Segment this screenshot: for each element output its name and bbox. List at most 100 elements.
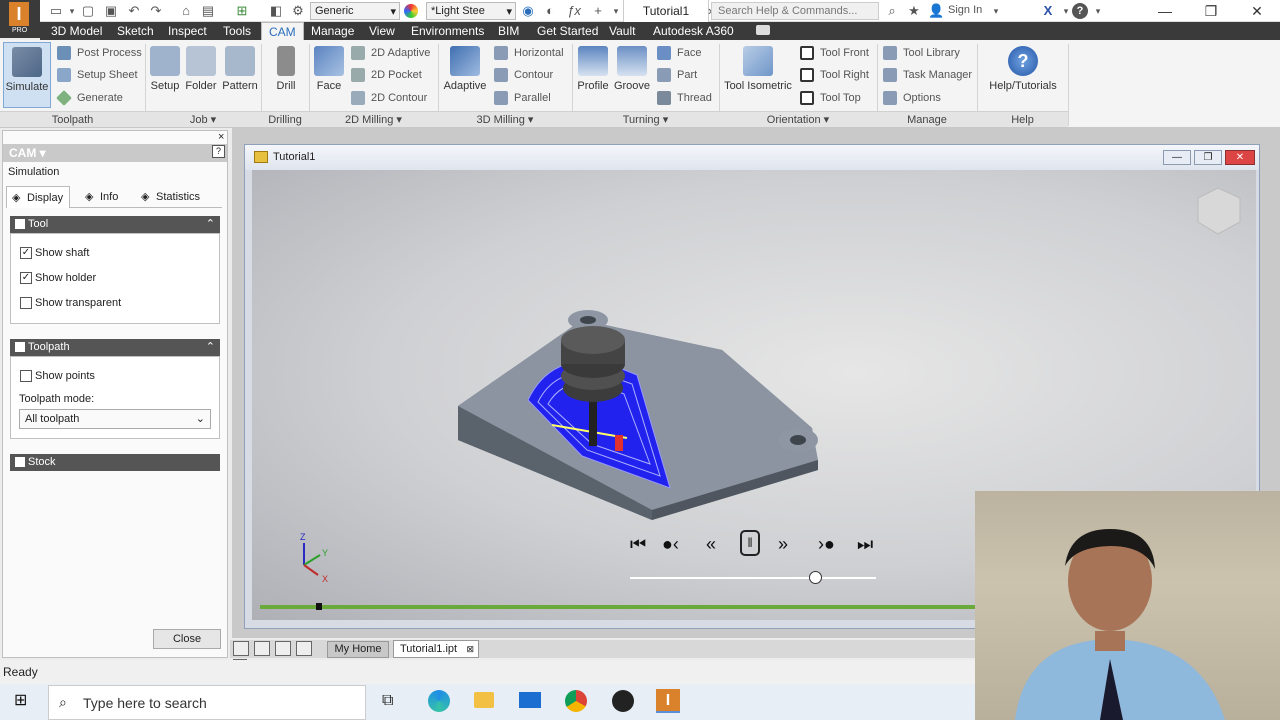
chrome-icon[interactable] bbox=[565, 690, 587, 712]
update-icon[interactable]: ◧ bbox=[268, 3, 284, 19]
fast-forward-button[interactable]: » bbox=[778, 534, 788, 555]
taskbar-search-box[interactable]: ⌕ Type here to search bbox=[48, 685, 366, 720]
groove-button[interactable]: Groove bbox=[613, 46, 651, 92]
rewind-button[interactable]: « bbox=[706, 534, 716, 555]
collapse-icon[interactable]: ⌃ bbox=[206, 216, 215, 233]
toolpath-checkbox[interactable]: ✓ bbox=[14, 341, 26, 353]
setup-sheet-button[interactable]: Setup Sheet bbox=[57, 65, 138, 85]
file-explorer-icon[interactable] bbox=[474, 692, 494, 708]
select-icon[interactable]: ⊞ bbox=[234, 3, 250, 19]
pause-button[interactable]: ‖ bbox=[740, 530, 760, 556]
panel-label-orientation[interactable]: Orientation ▾ bbox=[719, 111, 877, 127]
toolpath-section-header[interactable]: ✓ Toolpath ⌃ bbox=[10, 339, 220, 356]
settings-icon[interactable]: ⚙ bbox=[290, 3, 306, 19]
help-tutorials-button[interactable]: ? Help/Tutorials bbox=[984, 46, 1062, 92]
doc-close-button[interactable]: ✕ bbox=[1225, 150, 1255, 165]
tab-3d-model[interactable]: 3D Model bbox=[44, 22, 109, 40]
open-icon[interactable]: ▢ bbox=[80, 3, 96, 19]
clear-appearance-icon[interactable]: ◉ bbox=[520, 3, 536, 19]
tool-front-button[interactable]: Tool Front bbox=[800, 43, 869, 63]
close-button[interactable]: ✕ bbox=[1234, 0, 1280, 22]
help-icon[interactable]: ? bbox=[1072, 3, 1088, 19]
speed-slider-handle[interactable] bbox=[808, 571, 822, 584]
show-transparent-checkbox[interactable] bbox=[20, 297, 32, 309]
tab-autodesk-a360[interactable]: Autodesk A360 bbox=[646, 22, 741, 40]
grid-icon[interactable] bbox=[254, 641, 271, 656]
inventor-taskbar-icon[interactable]: I bbox=[656, 689, 680, 713]
toolpath-mode-select[interactable]: All toolpath ⌄ bbox=[19, 409, 211, 429]
redo-icon[interactable]: ↷ bbox=[148, 3, 164, 19]
skip-to-start-button[interactable]: ⏮ bbox=[630, 534, 646, 555]
adaptive-button[interactable]: Adaptive bbox=[441, 46, 489, 92]
help-icon[interactable]: ? bbox=[212, 145, 225, 158]
tool-library-button[interactable]: Tool Library bbox=[883, 43, 960, 63]
tab-bim[interactable]: BIM bbox=[491, 22, 526, 40]
show-points-checkbox[interactable] bbox=[20, 370, 32, 382]
face-mill-button[interactable]: Face bbox=[312, 46, 346, 92]
tool-right-button[interactable]: Tool Right bbox=[800, 65, 869, 85]
user-icon[interactable]: 👤 bbox=[928, 3, 944, 19]
stock-section-header[interactable]: Stock bbox=[10, 454, 220, 471]
task-manager-button[interactable]: Task Manager bbox=[883, 65, 972, 85]
tab-my-home[interactable]: My Home bbox=[327, 641, 389, 658]
contour-button[interactable]: Contour bbox=[494, 65, 553, 85]
tab-cam[interactable]: CAM bbox=[261, 22, 304, 40]
2d-contour-button[interactable]: 2D Contour bbox=[351, 88, 427, 108]
list-icon[interactable] bbox=[275, 641, 292, 656]
tab-statistics[interactable]: ◈ Statistics bbox=[136, 186, 206, 208]
star-icon[interactable]: ★ bbox=[906, 3, 922, 19]
appearance-dropdown[interactable]: *Light Stee ▾ bbox=[426, 2, 516, 20]
new-file-icon[interactable]: ▭ bbox=[48, 3, 64, 19]
windows-start-icon[interactable]: ⊞ bbox=[14, 692, 32, 710]
add-icon[interactable]: + bbox=[590, 3, 606, 19]
obs-icon[interactable] bbox=[612, 690, 634, 712]
panel-toggle-icon[interactable] bbox=[756, 25, 770, 35]
next-operation-button[interactable]: ›● bbox=[818, 534, 835, 555]
tab-environments[interactable]: Environments bbox=[404, 22, 491, 40]
post-process-button[interactable]: Post Process bbox=[57, 43, 142, 63]
generate-button[interactable]: Generate bbox=[56, 88, 123, 108]
function-icon[interactable]: ƒx bbox=[566, 3, 582, 19]
simulate-button[interactable]: Simulate bbox=[3, 42, 51, 108]
tab-sketch[interactable]: Sketch bbox=[110, 22, 161, 40]
profile-button[interactable]: Profile bbox=[575, 46, 611, 92]
tab-inspect[interactable]: Inspect bbox=[161, 22, 214, 40]
search-input[interactable]: Search Help & Commands... bbox=[711, 2, 879, 20]
part-button[interactable]: Part bbox=[657, 65, 697, 85]
show-shaft-checkbox[interactable]: ✓ bbox=[20, 247, 32, 259]
sign-in-link[interactable]: Sign In bbox=[948, 4, 982, 16]
minimize-button[interactable]: — bbox=[1142, 0, 1188, 22]
simulation-progress-marker[interactable] bbox=[316, 603, 323, 610]
mail-icon[interactable] bbox=[519, 692, 541, 708]
home-icon[interactable]: ⌂ bbox=[178, 3, 194, 19]
panel-label-turning[interactable]: Turning ▾ bbox=[572, 111, 719, 127]
collapse-icon[interactable]: ⌃ bbox=[206, 339, 215, 356]
tab-tutorial1-ipt[interactable]: Tutorial1.ipt ⊠ bbox=[393, 640, 479, 658]
return-icon[interactable]: ▤ bbox=[200, 3, 216, 19]
task-view-icon[interactable]: ⧉ bbox=[382, 692, 393, 710]
doc-minimize-button[interactable]: — bbox=[1163, 150, 1191, 165]
folder-button[interactable]: Folder bbox=[183, 46, 219, 92]
tool-isometric-button[interactable]: Tool Isometric bbox=[722, 46, 794, 92]
tab-view[interactable]: View bbox=[362, 22, 402, 40]
close-tab-icon[interactable]: ⊠ bbox=[466, 641, 474, 657]
skip-to-end-button[interactable]: ⏭ bbox=[857, 534, 873, 555]
previous-operation-button[interactable]: ●‹ bbox=[662, 534, 679, 555]
close-pane-icon[interactable]: × bbox=[218, 131, 224, 143]
tile-icon[interactable] bbox=[233, 641, 249, 656]
tab-display[interactable]: ◈ Display bbox=[6, 186, 71, 208]
undo-icon[interactable]: ↶ bbox=[126, 3, 142, 19]
tool-section-header[interactable]: ✓ Tool ⌃ bbox=[10, 216, 220, 233]
close-simulation-button[interactable]: Close bbox=[153, 629, 221, 649]
pattern-button[interactable]: Pattern bbox=[220, 46, 260, 92]
parallel-button[interactable]: Parallel bbox=[494, 88, 551, 108]
panel-label-2d-milling[interactable]: 2D Milling ▾ bbox=[309, 111, 438, 127]
speed-slider-track[interactable] bbox=[630, 577, 876, 579]
turning-face-button[interactable]: Face bbox=[657, 43, 701, 63]
setup-button[interactable]: Setup bbox=[148, 46, 182, 92]
dropdown-icon[interactable]: ▾ bbox=[988, 3, 1004, 19]
doc-restore-button[interactable]: ❐ bbox=[1194, 150, 1222, 165]
panel-label-3d-milling[interactable]: 3D Milling ▾ bbox=[438, 111, 572, 127]
tool-checkbox[interactable]: ✓ bbox=[14, 218, 26, 230]
thread-button[interactable]: Thread bbox=[657, 88, 712, 108]
